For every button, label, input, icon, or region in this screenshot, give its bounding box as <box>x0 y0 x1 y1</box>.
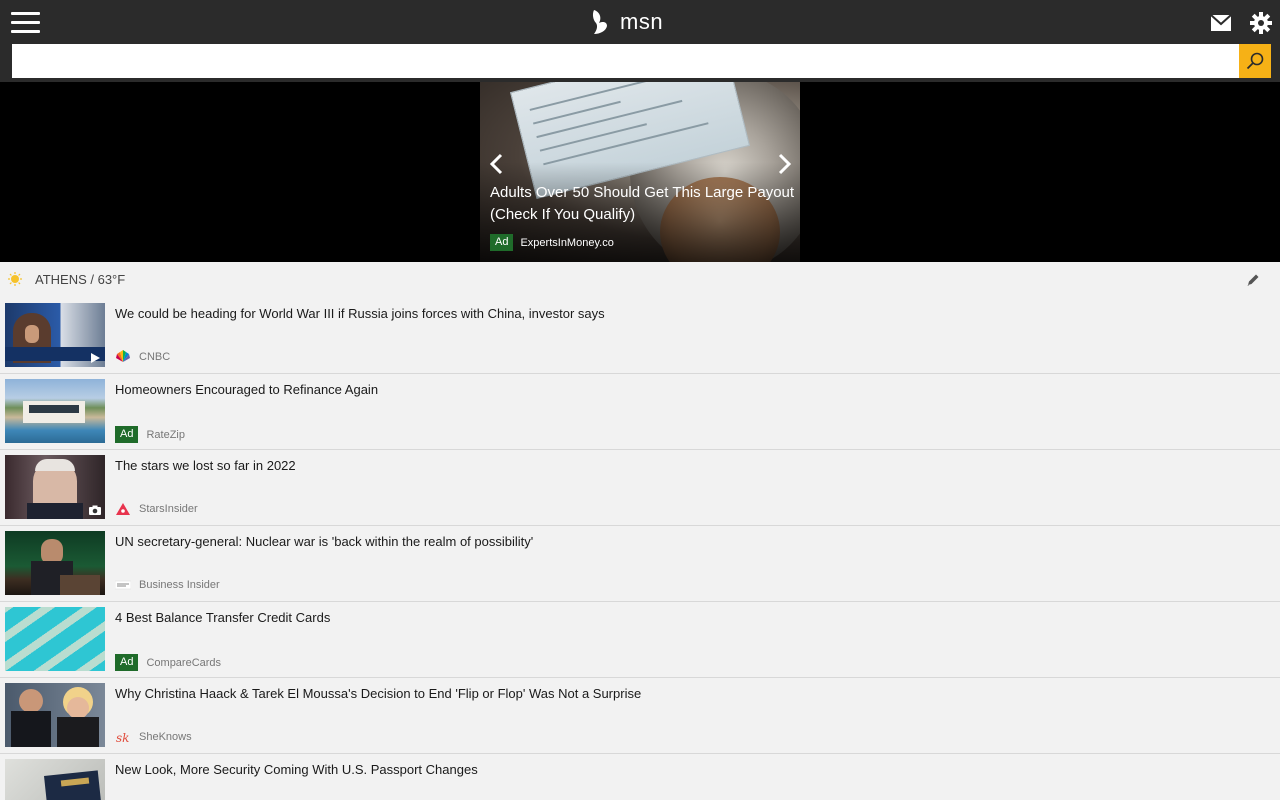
brand-logo[interactable]: msn <box>590 6 663 38</box>
news-headline[interactable]: 4 Best Balance Transfer Credit Cards <box>115 609 330 626</box>
news-meta: Ad RateZip <box>115 426 185 443</box>
msn-butterfly-icon <box>592 10 607 34</box>
news-headline[interactable]: UN secretary-general: Nuclear war is 'ba… <box>115 533 533 550</box>
news-meta: CNBC <box>115 350 170 364</box>
news-item[interactable]: UN secretary-general: Nuclear war is 'ba… <box>0 526 1280 602</box>
search-input[interactable] <box>12 44 1239 78</box>
news-headline[interactable]: The stars we lost so far in 2022 <box>115 457 296 474</box>
weather-location-temp[interactable]: ATHENS / 63°F <box>35 272 125 287</box>
hero-meta: Ad ExpertsInMoney.co <box>490 234 614 251</box>
news-source[interactable]: CNBC <box>139 351 170 363</box>
news-thumbnail[interactable] <box>5 759 105 800</box>
svg-text:sk: sk <box>116 731 129 744</box>
news-meta: sk SheKnows <box>115 730 192 744</box>
news-headline[interactable]: New Look, More Security Coming With U.S.… <box>115 761 478 778</box>
news-thumbnail[interactable] <box>5 303 105 367</box>
news-source[interactable]: Business Insider <box>139 579 220 591</box>
menu-icon[interactable] <box>11 12 40 34</box>
news-item[interactable]: Why Christina Haack & Tarek El Moussa's … <box>0 678 1280 754</box>
news-thumbnail[interactable] <box>5 455 105 519</box>
ad-badge: Ad <box>115 654 139 671</box>
ad-badge: Ad <box>490 234 514 251</box>
ad-badge: Ad <box>115 426 139 443</box>
news-thumbnail[interactable] <box>5 531 105 595</box>
news-item[interactable]: 4 Best Balance Transfer Credit Cards Ad … <box>0 602 1280 678</box>
carousel-next-arrow-icon[interactable] <box>774 152 794 176</box>
cnbc-logo-icon <box>116 350 130 362</box>
play-icon <box>91 353 100 363</box>
sun-icon <box>8 272 22 286</box>
news-meta: Ad CompareCards <box>115 654 221 671</box>
top-bar: msn <box>0 0 1280 44</box>
search-icon <box>1246 52 1264 70</box>
edit-pencil-icon[interactable] <box>1245 272 1261 288</box>
weather-strip: ATHENS / 63°F <box>0 262 1280 298</box>
brand-name: msn <box>620 9 664 34</box>
news-thumbnail[interactable] <box>5 607 105 671</box>
camera-icon <box>89 505 101 515</box>
gear-icon[interactable] <box>1250 12 1272 34</box>
hero-carousel: Adults Over 50 Should Get This Large Pay… <box>0 82 1280 262</box>
search-button[interactable] <box>1239 44 1271 78</box>
hero-headline[interactable]: Adults Over 50 Should Get This Large Pay… <box>490 182 795 226</box>
hero-source[interactable]: ExpertsInMoney.co <box>520 237 613 249</box>
news-headline[interactable]: Homeowners Encouraged to Refinance Again <box>115 381 378 398</box>
search-bar <box>0 44 1280 82</box>
news-meta: StarsInsider <box>115 502 198 516</box>
news-item[interactable]: The stars we lost so far in 2022 StarsIn… <box>0 450 1280 526</box>
mail-icon[interactable] <box>1210 14 1232 32</box>
news-list: We could be heading for World War III if… <box>0 298 1280 800</box>
carousel-prev-arrow-icon[interactable] <box>487 152 507 176</box>
news-source[interactable]: RateZip <box>146 429 185 441</box>
starsinsider-logo-icon <box>116 503 130 515</box>
news-thumbnail[interactable] <box>5 379 105 443</box>
business-insider-logo-icon <box>115 580 131 590</box>
news-item[interactable]: Homeowners Encouraged to Refinance Again… <box>0 374 1280 450</box>
news-thumbnail[interactable] <box>5 683 105 747</box>
news-headline[interactable]: We could be heading for World War III if… <box>115 305 605 322</box>
news-headline[interactable]: Why Christina Haack & Tarek El Moussa's … <box>115 685 641 702</box>
news-item[interactable]: New Look, More Security Coming With U.S.… <box>0 754 1280 800</box>
news-meta: Business Insider <box>115 578 220 592</box>
news-source[interactable]: StarsInsider <box>139 503 198 515</box>
news-source[interactable]: CompareCards <box>146 657 221 669</box>
news-source[interactable]: SheKnows <box>139 731 192 743</box>
sheknows-logo-icon: sk <box>116 731 129 744</box>
news-item[interactable]: We could be heading for World War III if… <box>0 298 1280 374</box>
